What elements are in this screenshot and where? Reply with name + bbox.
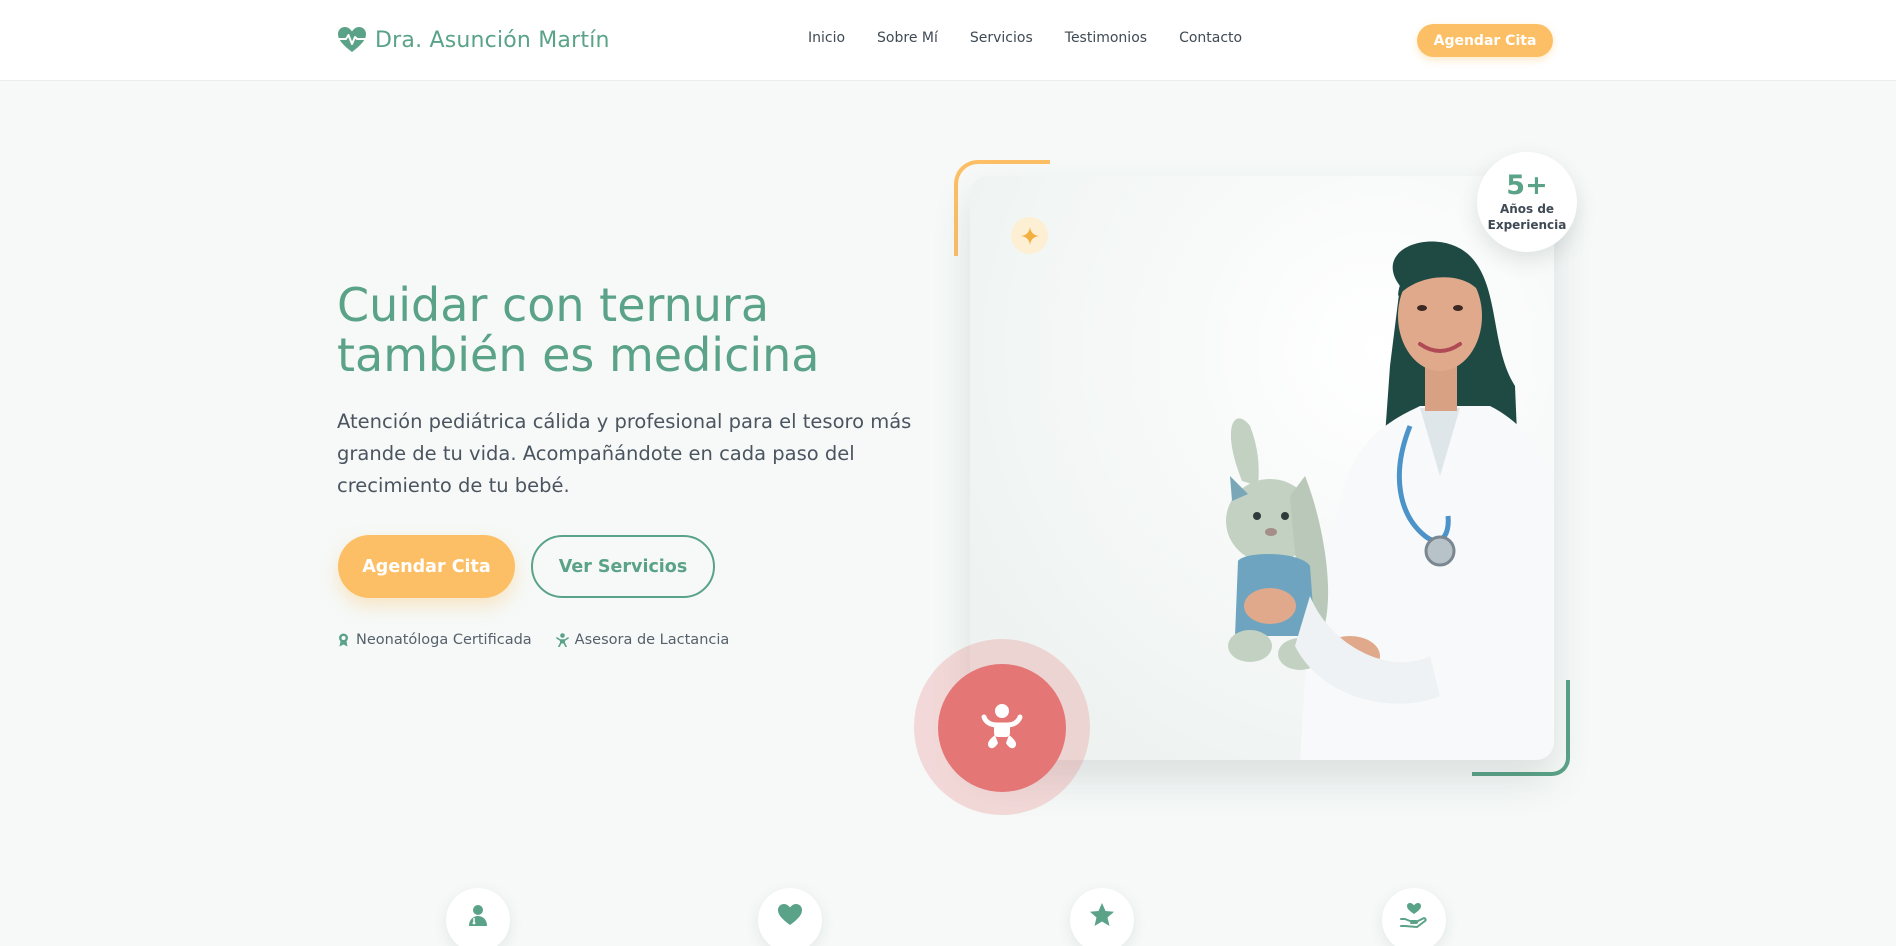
main-nav: Inicio Sobre Mí Servicios Testimonios Co… <box>808 30 1242 46</box>
heart-icon <box>778 904 802 925</box>
brand-name: Dra. Asunción Martín <box>375 27 610 53</box>
hero-title: Cuidar con ternura también es medicina <box>337 278 820 382</box>
hero-description: Atención pediátrica cálida y profesional… <box>337 410 912 497</box>
credential-lactation: Asesora de Lactancia <box>555 632 730 648</box>
feature-care[interactable] <box>1382 888 1446 946</box>
feature-star[interactable] <box>1070 888 1134 946</box>
experience-label: Años de Experiencia <box>1487 202 1567 232</box>
experience-number: 5+ <box>1506 170 1548 201</box>
nav-item-servicios[interactable]: Servicios <box>970 30 1033 46</box>
nav-item-testimonios[interactable]: Testimonios <box>1065 30 1147 46</box>
hand-heart-icon <box>1400 903 1427 928</box>
credential-neonatologist: Neonatóloga Certificada <box>337 632 532 648</box>
baby-badge <box>938 664 1066 792</box>
services-button[interactable]: Ver Servicios <box>531 535 715 598</box>
site-header: Dra. Asunción Martín Inicio Sobre Mí Ser… <box>0 0 1896 81</box>
doctor-icon <box>469 905 487 926</box>
baby-icon <box>981 704 1023 749</box>
award-icon <box>339 633 348 647</box>
nav-item-inicio[interactable]: Inicio <box>808 30 845 46</box>
brand-logo[interactable]: Dra. Asunción Martín <box>337 24 610 56</box>
nav-item-sobre-mi[interactable]: Sobre Mí <box>877 30 938 46</box>
credential-label: Neonatóloga Certificada <box>356 632 532 648</box>
feature-doctor[interactable] <box>446 888 510 946</box>
appointment-button[interactable]: Agendar Cita <box>338 535 515 598</box>
sparkle-icon <box>1011 217 1048 254</box>
baby-icon <box>555 633 569 647</box>
feature-heart[interactable] <box>758 888 822 946</box>
heartbeat-icon <box>338 27 366 52</box>
nav-item-contacto[interactable]: Contacto <box>1179 30 1242 46</box>
credentials: Neonatóloga Certificada Asesora de Lacta… <box>337 632 729 648</box>
credential-label: Asesora de Lactancia <box>574 632 730 648</box>
star-icon <box>1090 903 1114 926</box>
header-appointment-button[interactable]: Agendar Cita <box>1417 24 1553 57</box>
experience-badge: 5+ Años de Experiencia <box>1477 152 1577 252</box>
